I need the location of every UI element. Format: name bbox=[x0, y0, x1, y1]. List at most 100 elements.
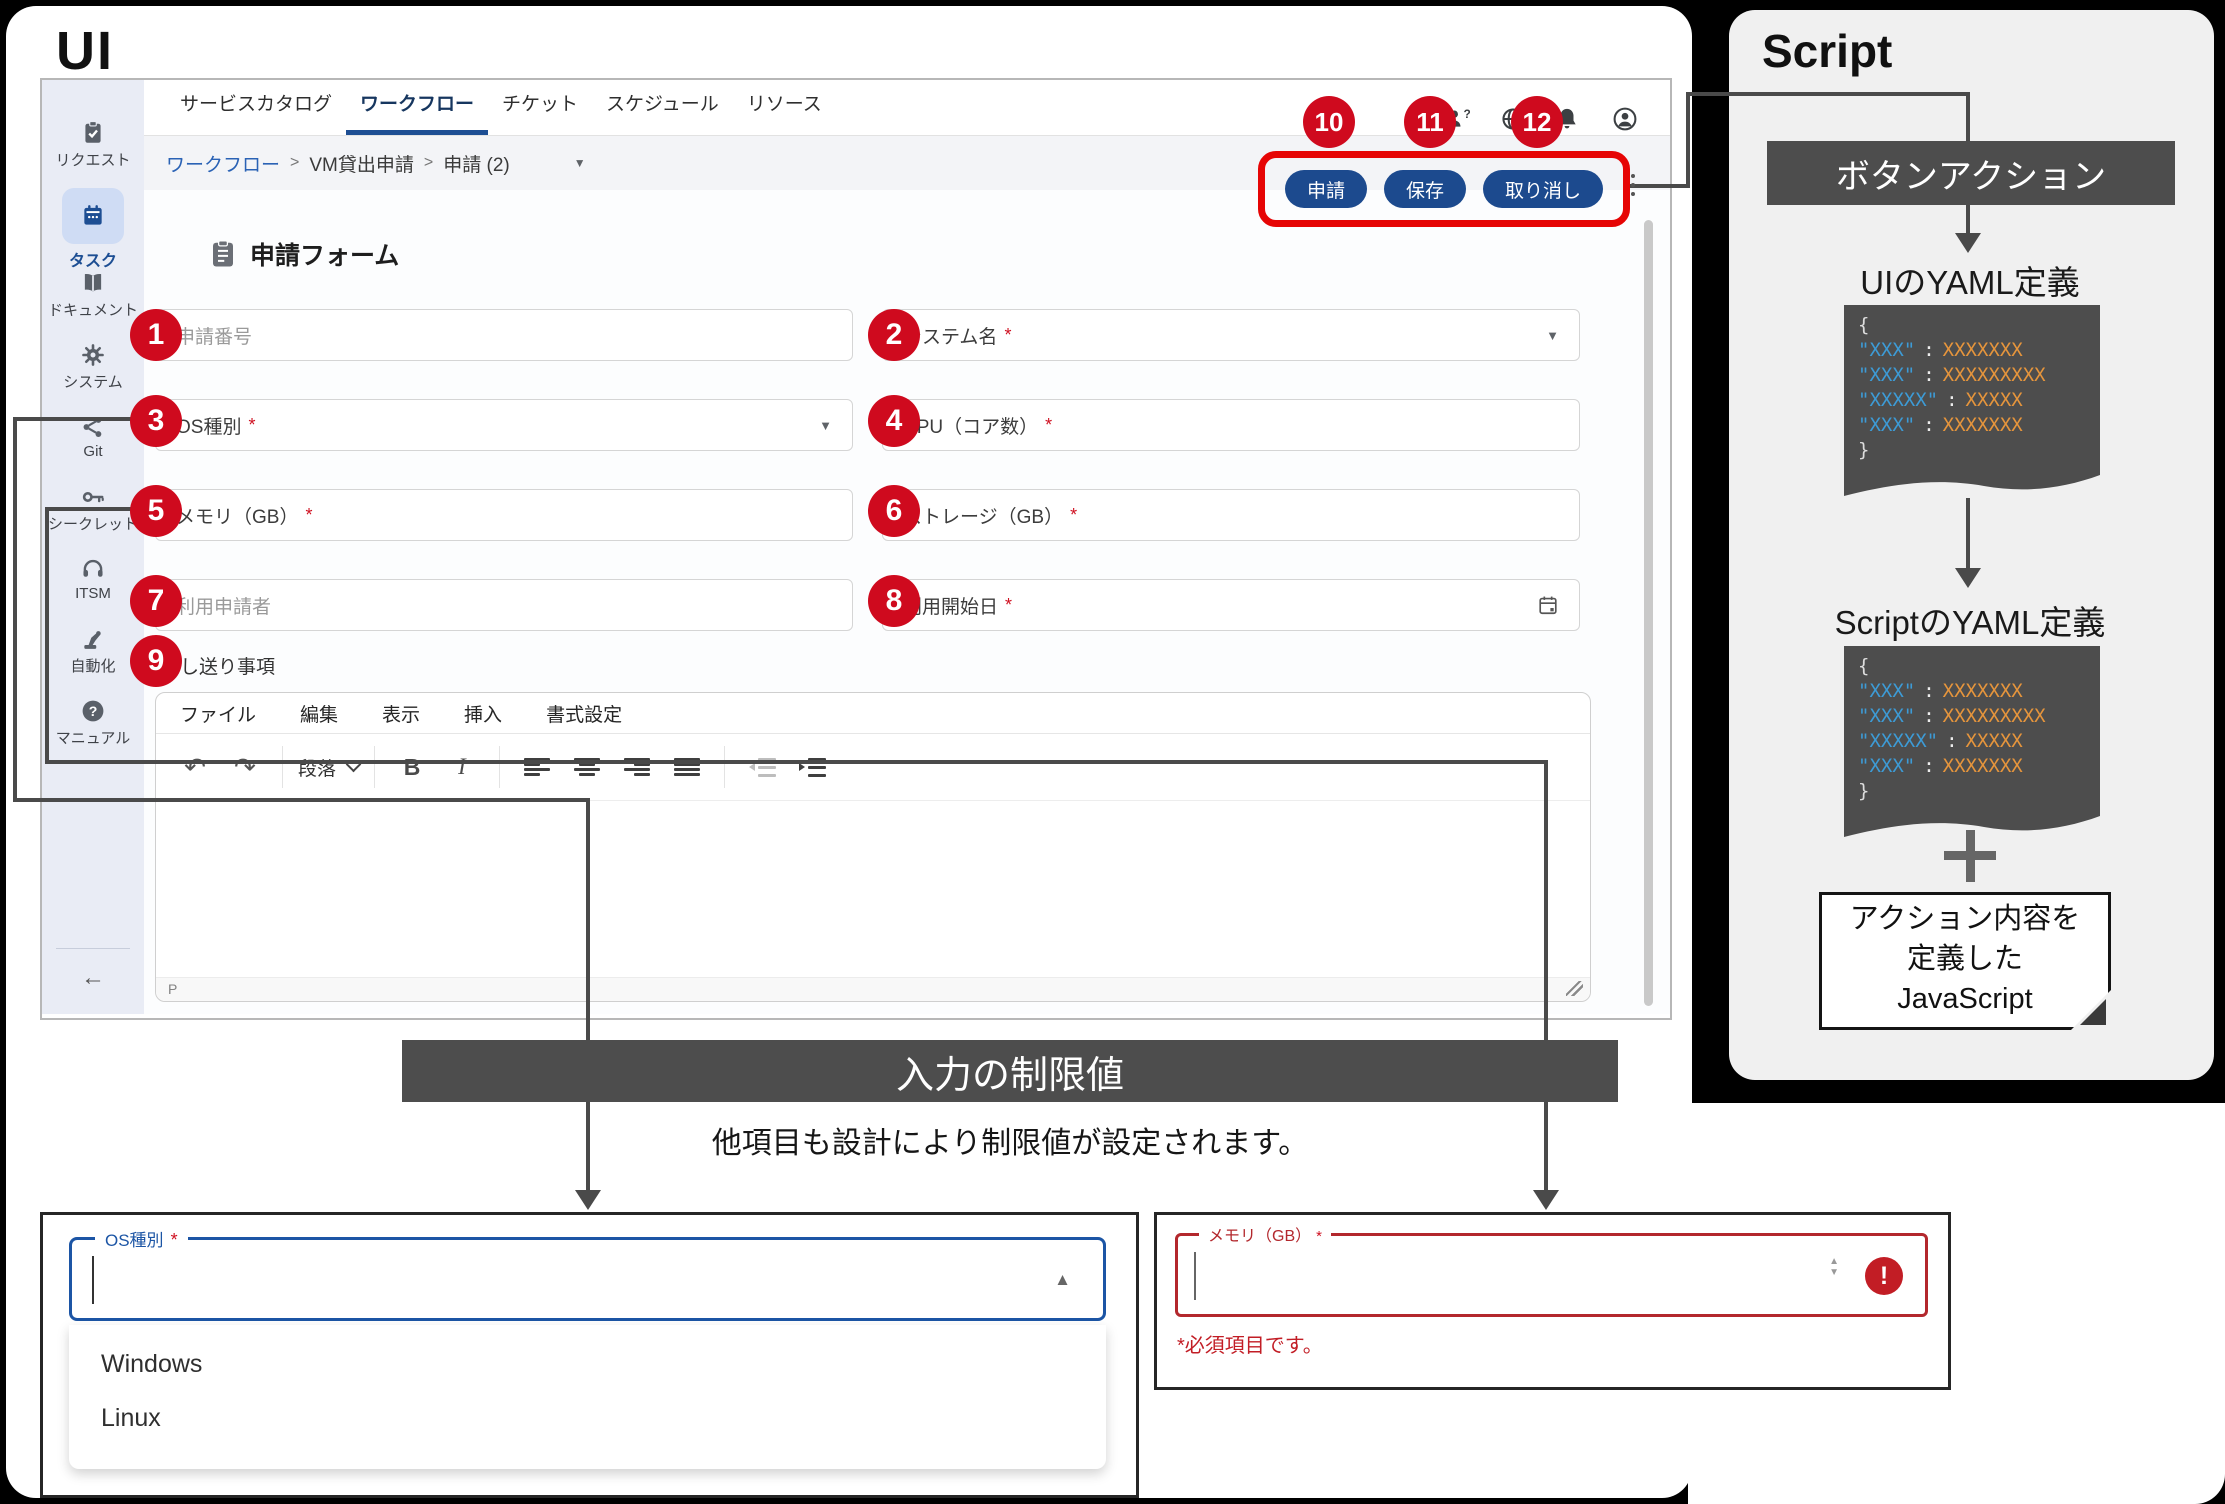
option-windows[interactable]: Windows bbox=[69, 1337, 1106, 1391]
text-cursor bbox=[92, 1256, 94, 1304]
sidebar: リクエスト タスク ドキュメント システム Git bbox=[42, 80, 145, 1014]
menu-file[interactable]: ファイル bbox=[180, 700, 256, 727]
code-line: "XXX":XXXXXXX bbox=[1858, 413, 2086, 438]
os-field-floating-label: OS種別* bbox=[95, 1226, 188, 1251]
sidebar-item-document[interactable]: ドキュメント bbox=[42, 270, 144, 320]
text-cursor bbox=[1194, 1252, 1196, 1300]
os-type-example-box: OS種別* ▲ Windows Linux bbox=[40, 1212, 1139, 1498]
sidebar-item-system[interactable]: システム bbox=[42, 342, 144, 392]
field-cpu-cores[interactable]: CPU（コア数）* bbox=[882, 399, 1580, 451]
submit-button[interactable]: 申請 bbox=[1285, 170, 1367, 208]
sidebar-label: シークレット bbox=[42, 513, 144, 534]
breadcrumb-caret-icon[interactable]: ▼ bbox=[574, 156, 586, 170]
script-yaml-heading: ScriptのYAML定義 bbox=[1760, 596, 2180, 644]
align-left-icon[interactable] bbox=[515, 745, 559, 789]
align-center-icon[interactable] bbox=[565, 745, 609, 789]
dropdown-caret-up-icon[interactable]: ▲ bbox=[1054, 1270, 1071, 1290]
tab-schedule[interactable]: スケジュール bbox=[592, 80, 733, 135]
breadcrumb-vm-request[interactable]: VM貸出申請 bbox=[309, 150, 414, 177]
script-panel-title: Script bbox=[1762, 24, 1892, 78]
tab-ticket[interactable]: チケット bbox=[488, 80, 592, 135]
field-application-number[interactable]: 申請番号 bbox=[155, 309, 853, 361]
number-spinner-icon[interactable]: ▲▼ bbox=[1829, 1256, 1839, 1278]
rich-text-editor[interactable]: ファイル 編集 表示 挿入 書式設定 ↶ ↷ 段落 B I bbox=[155, 692, 1591, 1002]
input-limit-caption: 他項目も設計により制限値が設定されます。 bbox=[480, 1118, 1540, 1162]
toolbar-separator bbox=[499, 746, 500, 788]
field-applicant[interactable]: 利用申請者 bbox=[155, 579, 853, 631]
annotation-badge-9: 9 bbox=[130, 635, 182, 687]
undo-icon[interactable]: ↶ bbox=[173, 745, 217, 789]
code-line: "XXX":XXXXXXX bbox=[1858, 338, 2086, 363]
redo-icon[interactable]: ↷ bbox=[223, 745, 267, 789]
save-button[interactable]: 保存 bbox=[1384, 170, 1466, 208]
sidebar-item-manual[interactable]: ? マニュアル bbox=[42, 698, 144, 748]
more-options-icon[interactable] bbox=[1631, 174, 1635, 201]
annotation-badge-4: 4 bbox=[868, 395, 920, 447]
option-linux[interactable]: Linux bbox=[69, 1391, 1106, 1445]
svg-text:?: ? bbox=[89, 703, 98, 719]
arrow-down-icon bbox=[1533, 1190, 1559, 1210]
calendar-icon bbox=[80, 203, 106, 229]
field-storage-gb[interactable]: ストレージ（GB）* bbox=[882, 489, 1580, 541]
tab-resource[interactable]: リソース bbox=[733, 80, 836, 135]
annotation-badge-8: 8 bbox=[868, 575, 920, 627]
svg-text:?: ? bbox=[1464, 107, 1471, 121]
error-alert-icon: ! bbox=[1865, 1257, 1903, 1295]
menu-edit[interactable]: 編集 bbox=[300, 700, 338, 727]
connector-line bbox=[13, 798, 590, 802]
connector-line bbox=[586, 798, 590, 1192]
align-right-icon[interactable] bbox=[615, 745, 659, 789]
toolbar-separator bbox=[374, 746, 375, 788]
outdent-icon[interactable] bbox=[740, 745, 784, 789]
field-start-date[interactable]: 利用開始日* bbox=[882, 579, 1580, 631]
required-error-message: *必須項目です。 bbox=[1177, 1329, 1323, 1358]
field-memory-gb[interactable]: メモリ（GB）* bbox=[155, 489, 853, 541]
tab-service-catalog[interactable]: サービスカタログ bbox=[166, 80, 346, 135]
sidebar-item-automation[interactable]: 自動化 bbox=[42, 626, 144, 676]
code-line: "XXXXX":XXXXX bbox=[1858, 388, 2086, 413]
menu-format[interactable]: 書式設定 bbox=[546, 700, 622, 727]
dropdown-caret-icon[interactable]: ▼ bbox=[1546, 328, 1559, 343]
paragraph-style-dropdown[interactable]: 段落 bbox=[298, 745, 359, 789]
breadcrumb-workflow-link[interactable]: ワークフロー bbox=[166, 150, 280, 177]
connector-line bbox=[45, 507, 131, 511]
editor-toolbar: ↶ ↷ 段落 B I bbox=[156, 734, 1590, 801]
connector-line bbox=[1966, 92, 1970, 144]
sidebar-collapse-button[interactable]: ← bbox=[42, 964, 144, 992]
sidebar-item-itsm[interactable]: ITSM bbox=[42, 556, 144, 602]
arrow-down-icon bbox=[575, 1190, 601, 1210]
field-system-name[interactable]: システム名* ▼ bbox=[882, 309, 1580, 361]
os-type-combobox[interactable]: ▲ bbox=[69, 1237, 1106, 1321]
scrollbar-thumb[interactable] bbox=[1644, 220, 1653, 1006]
dropdown-caret-icon[interactable]: ▼ bbox=[819, 418, 832, 433]
editor-text-area[interactable] bbox=[156, 801, 1590, 955]
toolbar-separator bbox=[724, 746, 725, 788]
page-corner-fold-icon bbox=[2080, 999, 2106, 1025]
sidebar-item-request[interactable]: リクエスト bbox=[42, 120, 144, 170]
code-line: "XXX":XXXXXXX bbox=[1858, 754, 2086, 779]
align-justify-icon[interactable] bbox=[665, 745, 709, 789]
plus-icon bbox=[1966, 830, 1975, 882]
menu-view[interactable]: 表示 bbox=[382, 700, 420, 727]
annotation-badge-5: 5 bbox=[130, 485, 182, 537]
arrow-down-icon bbox=[1955, 233, 1981, 253]
menu-insert[interactable]: 挿入 bbox=[464, 700, 502, 727]
clipboard-check-icon bbox=[80, 120, 106, 146]
italic-button[interactable]: I bbox=[440, 745, 484, 789]
indent-icon[interactable] bbox=[790, 745, 834, 789]
resize-handle-icon[interactable] bbox=[1566, 981, 1583, 996]
memory-example-box: メモリ（GB）* ▲▼ ! *必須項目です。 bbox=[1154, 1212, 1951, 1390]
calendar-picker-icon[interactable] bbox=[1537, 594, 1559, 616]
editor-statusbar: P bbox=[156, 977, 1590, 1001]
sidebar-label: リクエスト bbox=[42, 149, 144, 170]
sidebar-item-task[interactable]: タスク bbox=[42, 188, 144, 271]
cancel-button[interactable]: 取り消し bbox=[1483, 170, 1603, 208]
connector-line bbox=[13, 417, 133, 421]
connector-line bbox=[1686, 92, 1970, 96]
field-os-type[interactable]: OS種別* ▼ bbox=[155, 399, 853, 451]
tab-workflow[interactable]: ワークフロー bbox=[346, 80, 488, 135]
bold-button[interactable]: B bbox=[390, 745, 434, 789]
sidebar-selected-highlight bbox=[62, 188, 124, 244]
javascript-note-box: アクション内容を 定義した JavaScript bbox=[1819, 892, 2111, 1030]
avatar-icon[interactable] bbox=[1612, 106, 1638, 132]
